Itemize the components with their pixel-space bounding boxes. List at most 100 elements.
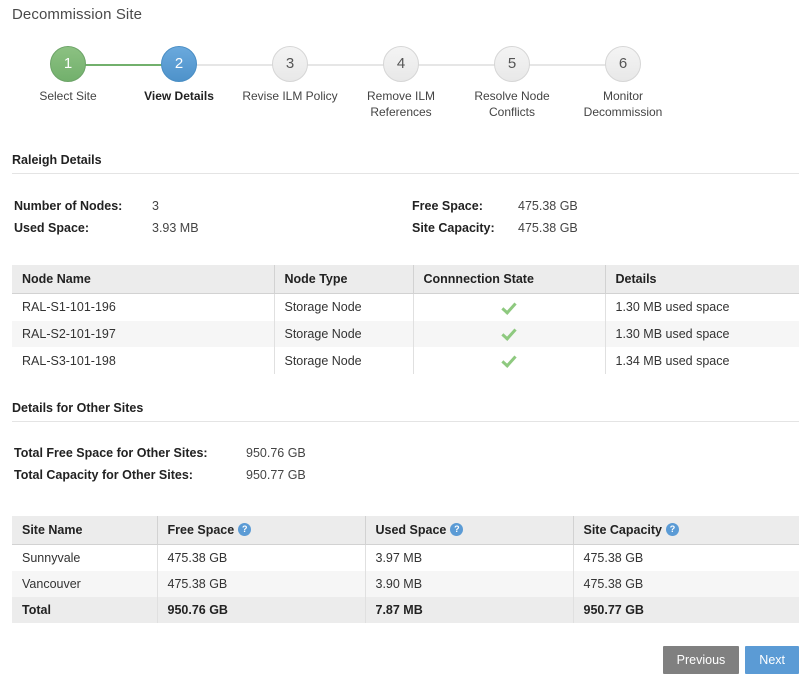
free-space-cell: 475.38 GB — [157, 545, 365, 572]
wizard-step-4[interactable]: 4 Remove ILM References — [345, 46, 457, 120]
site-details-divider — [12, 173, 799, 174]
previous-button[interactable]: Previous — [663, 646, 740, 674]
step-connector-2 — [196, 64, 273, 66]
used-space-cell: 7.87 MB — [365, 597, 573, 623]
summary-label: Site Capacity: — [412, 217, 518, 239]
connection-state-cell — [413, 321, 605, 348]
step-label: Revise ILM Policy — [234, 88, 346, 104]
sites-table: Site NameFree Space?Used Space?Site Capa… — [12, 516, 799, 623]
other-sites-summary: Total Free Space for Other Sites:950.76 … — [14, 442, 306, 486]
summary-label: Total Capacity for Other Sites: — [14, 464, 246, 486]
nodes-table-header-row: Node NameNode TypeConnnection StateDetai… — [12, 265, 799, 294]
connection-state-cell — [413, 294, 605, 321]
step-number-badge: 4 — [383, 46, 419, 82]
column-header[interactable]: Connnection State — [413, 265, 605, 294]
help-icon[interactable]: ? — [450, 523, 463, 536]
node-type-cell: Storage Node — [274, 321, 413, 348]
column-header[interactable]: Node Name — [12, 265, 274, 294]
wizard-step-1[interactable]: 1 Select Site — [12, 46, 124, 104]
column-header-label: Free Space — [168, 523, 235, 537]
column-header[interactable]: Free Space? — [157, 516, 365, 545]
column-header-label: Site Capacity — [584, 523, 663, 537]
table-row[interactable]: Sunnyvale475.38 GB3.97 MB475.38 GB — [12, 545, 799, 572]
table-row[interactable]: RAL-S1-101-196Storage Node 1.30 MB used s… — [12, 294, 799, 321]
help-icon[interactable]: ? — [666, 523, 679, 536]
nodes-table-body: RAL-S1-101-196Storage Node 1.30 MB used s… — [12, 294, 799, 375]
other-sites-heading: Details for Other Sites — [12, 401, 143, 415]
column-header[interactable]: Site Name — [12, 516, 157, 545]
step-label: Monitor Decommission — [567, 88, 679, 120]
summary-row: Used Space:3.93 MB — [14, 217, 199, 239]
step-number-badge: 1 — [50, 46, 86, 82]
summary-label: Total Free Space for Other Sites: — [14, 442, 246, 464]
connection-state-cell — [413, 347, 605, 374]
free-space-cell: 950.76 GB — [157, 597, 365, 623]
column-header[interactable]: Node Type — [274, 265, 413, 294]
site-name-cell: Vancouver — [12, 571, 157, 597]
site-summary-right: Free Space:475.38 GBSite Capacity:475.38… — [412, 195, 578, 239]
step-label: Resolve Node Conflicts — [456, 88, 568, 120]
summary-label: Free Space: — [412, 195, 518, 217]
column-header-label: Used Space — [376, 523, 447, 537]
node-type-cell: Storage Node — [274, 294, 413, 321]
site-capacity-cell: 950.77 GB — [573, 597, 799, 623]
site-details-heading: Raleigh Details — [12, 153, 102, 167]
summary-row: Free Space:475.38 GB — [412, 195, 578, 217]
step-label: View Details — [123, 88, 235, 104]
summary-row: Number of Nodes:3 — [14, 195, 199, 217]
used-space-cell: 3.97 MB — [365, 545, 573, 572]
wizard-step-5[interactable]: 5 Resolve Node Conflicts — [456, 46, 568, 120]
used-space-cell: 3.90 MB — [365, 571, 573, 597]
summary-value: 3 — [152, 199, 159, 213]
next-button[interactable]: Next — [745, 646, 799, 674]
table-row[interactable]: Vancouver475.38 GB3.90 MB475.38 GB — [12, 571, 799, 597]
other-sites-divider — [12, 421, 799, 422]
table-row[interactable]: RAL-S3-101-198Storage Node1.34 MB used s… — [12, 347, 799, 374]
checkmark-icon — [502, 327, 516, 341]
step-number-badge: 5 — [494, 46, 530, 82]
node-name-cell: RAL-S2-101-197 — [12, 321, 274, 348]
step-number-badge: 3 — [272, 46, 308, 82]
summary-row: Total Capacity for Other Sites:950.77 GB — [14, 464, 306, 486]
help-icon[interactable]: ? — [238, 523, 251, 536]
column-header[interactable]: Site Capacity? — [573, 516, 799, 545]
step-connector-5 — [529, 64, 606, 66]
summary-row: Total Free Space for Other Sites:950.76 … — [14, 442, 306, 464]
node-details-cell: 1.34 MB used space — [605, 347, 799, 374]
step-number-badge: 2 — [161, 46, 197, 82]
checkmark-icon — [502, 354, 516, 368]
checkmark-icon — [502, 301, 516, 315]
page-title: Decommission Site — [12, 6, 142, 23]
step-number-badge: 6 — [605, 46, 641, 82]
decommission-site-page: Decommission Site 1 Select Site 2 View Deta… — [0, 0, 811, 686]
sites-table-body: Sunnyvale475.38 GB3.97 MB475.38 GBVancou… — [12, 545, 799, 624]
summary-value: 475.38 GB — [518, 199, 578, 213]
wizard-footer: Previous Next — [663, 646, 799, 674]
site-capacity-cell: 475.38 GB — [573, 545, 799, 572]
node-details-cell: 1.30 MB used space — [605, 294, 799, 321]
wizard-step-6[interactable]: 6 Monitor Decommission — [567, 46, 679, 120]
step-connector-3 — [307, 64, 384, 66]
step-connector-1 — [85, 64, 162, 66]
table-total-row[interactable]: Total950.76 GB7.87 MB950.77 GB — [12, 597, 799, 623]
summary-label: Used Space: — [14, 217, 152, 239]
step-label: Select Site — [12, 88, 124, 104]
column-header[interactable]: Details — [605, 265, 799, 294]
column-header-label: Site Name — [22, 523, 82, 537]
wizard-step-3[interactable]: 3 Revise ILM Policy — [234, 46, 346, 104]
site-name-cell: Sunnyvale — [12, 545, 157, 572]
table-row[interactable]: RAL-S2-101-197Storage Node 1.30 MB used s… — [12, 321, 799, 348]
column-header[interactable]: Used Space? — [365, 516, 573, 545]
summary-value: 475.38 GB — [518, 221, 578, 235]
wizard-step-2[interactable]: 2 View Details — [123, 46, 235, 104]
summary-value: 3.93 MB — [152, 221, 199, 235]
site-capacity-cell: 475.38 GB — [573, 571, 799, 597]
step-label: Remove ILM References — [345, 88, 457, 120]
site-name-cell: Total — [12, 597, 157, 623]
free-space-cell: 475.38 GB — [157, 571, 365, 597]
node-details-cell: 1.30 MB used space — [605, 321, 799, 348]
summary-value: 950.76 GB — [246, 446, 306, 460]
node-name-cell: RAL-S1-101-196 — [12, 294, 274, 321]
summary-label: Number of Nodes: — [14, 195, 152, 217]
wizard-stepper: 1 Select Site 2 View Details 3 Revise ILM Pol… — [12, 46, 692, 128]
